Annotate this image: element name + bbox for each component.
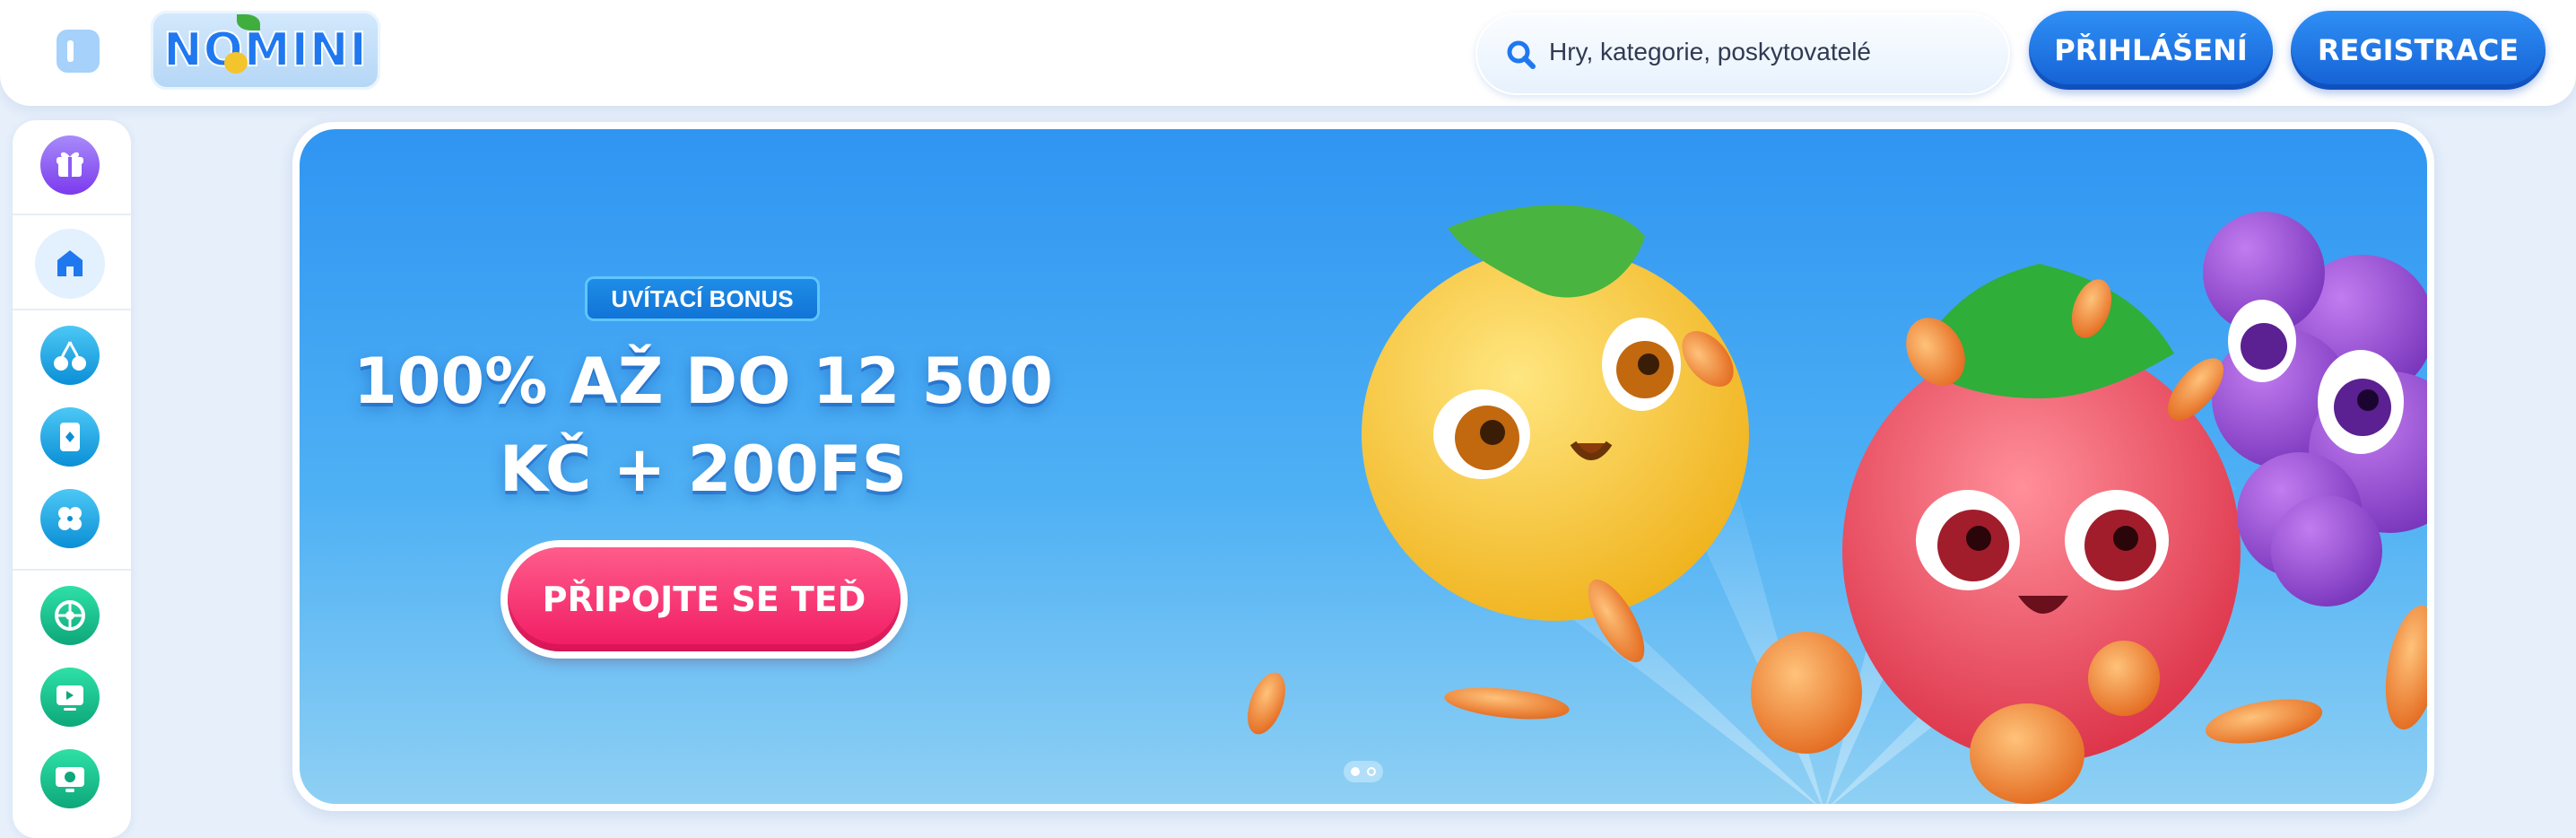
sidebar-item-live-casino[interactable]	[40, 668, 100, 727]
sidebar-item-home[interactable]	[35, 229, 105, 299]
sidebar-toggle-icon	[67, 40, 74, 62]
sidebar-toggle-button[interactable]	[57, 30, 100, 73]
carousel-dot-2[interactable]	[1367, 767, 1376, 776]
logo-text: NOMINI	[162, 22, 368, 78]
search-icon	[1507, 40, 1536, 69]
tv-game-icon	[40, 749, 100, 808]
bonus-headline-line1: 100% AŽ DO 12 500	[353, 345, 1053, 418]
search-placeholder: Hry, kategorie, poskytovatelé	[1549, 38, 1871, 65]
card-icon	[40, 407, 100, 467]
lemon-character	[1362, 205, 1749, 621]
top-header: NOMINI Hry, kategorie, poskytovatelé PŘI…	[0, 0, 2576, 106]
logo-lemon-decoration	[224, 52, 248, 74]
site-logo[interactable]: NOMINI	[151, 11, 380, 90]
sidebar-item-tv-games[interactable]	[40, 749, 100, 808]
register-button[interactable]: REGISTRACE	[2291, 11, 2546, 90]
clover-icon	[40, 489, 100, 548]
sidebar	[13, 120, 131, 838]
carousel-pagination	[1344, 761, 1383, 782]
search-input[interactable]: Hry, kategorie, poskytovatelé	[1475, 13, 2010, 95]
login-button[interactable]: PŘIHLÁŠENÍ	[2029, 11, 2273, 90]
bonus-headline: 100% AŽ DO 12 500 KČ + 200FS	[344, 337, 1062, 513]
bonus-headline-line2: KČ + 200FS	[499, 432, 908, 506]
live-play-icon	[40, 668, 100, 727]
strawberry-character	[1842, 264, 2241, 763]
sidebar-item-roulette[interactable]	[40, 586, 100, 645]
sidebar-item-promotions[interactable]	[40, 135, 100, 195]
sidebar-item-card-games[interactable]	[40, 407, 100, 467]
cherries-icon	[40, 326, 100, 385]
sidebar-divider	[13, 569, 131, 571]
sidebar-item-lucky[interactable]	[40, 489, 100, 548]
sidebar-item-slots[interactable]	[40, 326, 100, 385]
roulette-icon	[40, 586, 100, 645]
join-now-button[interactable]: PŘIPOJTE SE TEĎ	[508, 547, 901, 651]
welcome-bonus-badge: UVÍTACÍ BONUS	[585, 276, 820, 321]
hero-banner-slide: UVÍTACÍ BONUS 100% AŽ DO 12 500 KČ + 200…	[300, 129, 2427, 804]
home-icon	[57, 250, 83, 276]
gift-icon	[40, 135, 100, 195]
hero-banner[interactable]: UVÍTACÍ BONUS 100% AŽ DO 12 500 KČ + 200…	[292, 122, 2434, 811]
sidebar-divider	[13, 214, 131, 215]
sidebar-divider	[13, 309, 131, 310]
carousel-dot-1[interactable]	[1351, 767, 1360, 776]
